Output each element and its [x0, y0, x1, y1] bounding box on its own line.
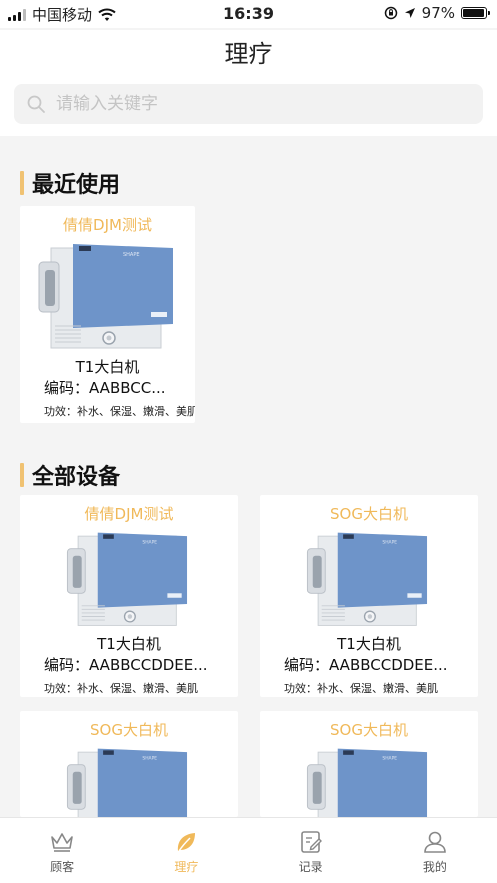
device-code: 编码：AABBCC... — [44, 379, 166, 397]
device-model: T1大白机 — [75, 358, 140, 376]
leaf-icon — [178, 833, 196, 852]
recent-section-header: 最近使用 — [20, 167, 120, 199]
search-box[interactable] — [14, 84, 483, 124]
tab-bar: 顾客 理疗 记录 我的 — [0, 817, 497, 883]
device-effect: 功效：补水、保湿、嫩滑、美肌 — [284, 682, 438, 695]
crown-icon — [51, 833, 73, 852]
device-card[interactable]: SOG大白机 SHAPE — [20, 711, 238, 817]
status-right: 97% — [384, 4, 490, 22]
device-code: 编码：AABBCCDDEE... — [44, 656, 208, 674]
status-bar: 中国移动 16:39 97% — [0, 0, 497, 28]
device-card[interactable]: 倩倩DJM测试 SHAPE T1大白机 编码：AABBCCDDEE... 功效：… — [20, 495, 238, 697]
battery-fill — [463, 9, 485, 17]
section-accent-bar — [20, 463, 24, 487]
svg-text:SHAPE: SHAPE — [123, 252, 140, 258]
all-section-header: 全部设备 — [20, 459, 120, 491]
search-icon — [27, 95, 45, 113]
tab-therapy[interactable]: 理疗 — [124, 818, 248, 883]
battery-icon — [461, 7, 490, 19]
tab-label: 我的 — [422, 860, 447, 874]
device-image: SHAPE — [66, 532, 188, 626]
device-image: SHAPE — [66, 748, 188, 817]
device-code: 编码：AABBCCDDEE... — [284, 656, 448, 674]
device-effect: 功效：补水、保湿、嫩滑、美肌 — [44, 405, 195, 418]
device-model: T1大白机 — [337, 635, 401, 653]
device-model: T1大白机 — [97, 635, 161, 653]
device-name: 倩倩DJM测试 — [63, 216, 152, 234]
search-bar — [0, 78, 497, 136]
search-input[interactable] — [56, 94, 456, 114]
device-effect: 功效：补水、保湿、嫩滑、美肌 — [44, 682, 198, 695]
device-image: SHAPE — [306, 748, 428, 817]
tab-records[interactable]: 记录 — [249, 818, 373, 883]
device-name: 倩倩DJM测试 — [84, 505, 174, 523]
svg-text:SHAPE: SHAPE — [382, 755, 397, 761]
location-arrow-icon — [404, 8, 415, 18]
device-card[interactable]: SOG大白机 SHAPE — [260, 711, 478, 817]
device-image: SHAPE — [38, 244, 173, 349]
page-title: 理疗 — [0, 30, 497, 78]
user-icon — [424, 831, 446, 853]
svg-text:SHAPE: SHAPE — [382, 539, 397, 545]
device-name: SOG大白机 — [330, 721, 408, 739]
tab-label: 顾客 — [50, 860, 75, 874]
all-section-title: 全部设备 — [32, 465, 121, 490]
tab-mine[interactable]: 我的 — [373, 818, 497, 883]
tab-customers[interactable]: 顾客 — [0, 818, 124, 883]
device-card[interactable]: SOG大白机 SHAPE T1大白机 编码：AABBCCDDEE... 功效：补… — [260, 495, 478, 697]
svg-text:SHAPE: SHAPE — [142, 755, 157, 761]
device-name: SOG大白机 — [90, 721, 168, 739]
device-name: SOG大白机 — [330, 505, 408, 523]
recent-section-title: 最近使用 — [32, 173, 121, 198]
edit-document-icon — [300, 831, 322, 853]
tab-label: 理疗 — [174, 860, 199, 874]
orientation-lock-icon — [384, 6, 397, 20]
device-image: SHAPE — [306, 532, 428, 626]
recent-device-card[interactable]: 倩倩DJM测试 SHAPE T1大白机 编码：AABBCC... 功效：补水、保… — [20, 206, 195, 423]
section-accent-bar — [20, 171, 24, 195]
svg-text:SHAPE: SHAPE — [142, 539, 157, 545]
battery-percent: 97% — [421, 4, 455, 22]
tab-label: 记录 — [298, 860, 323, 874]
